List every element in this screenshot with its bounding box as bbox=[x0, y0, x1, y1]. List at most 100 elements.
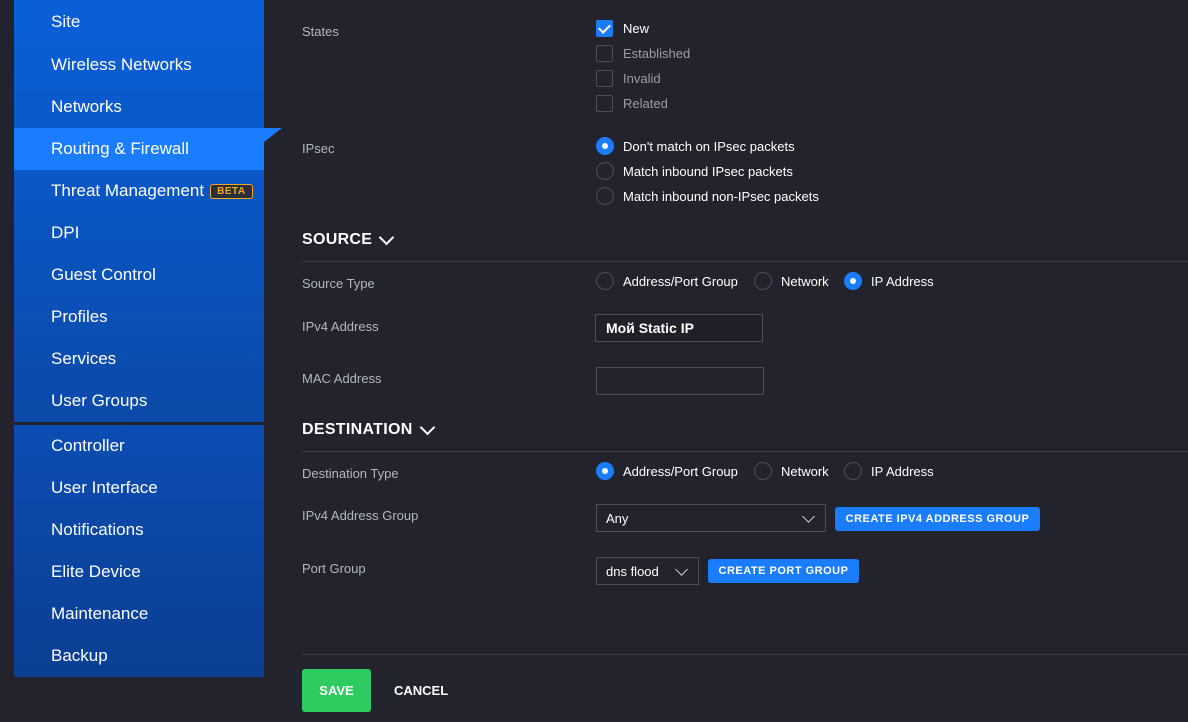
radio-label: Network bbox=[781, 273, 829, 289]
chevron-down-icon bbox=[802, 510, 815, 523]
checkbox-icon[interactable] bbox=[596, 95, 613, 112]
sidebar-item-label: Profiles bbox=[51, 307, 108, 326]
state-established-checkbox[interactable]: Established bbox=[596, 45, 690, 62]
ipv4-address-group-label: IPv4 Address Group bbox=[302, 508, 419, 523]
source-ipv4-label: IPv4 Address bbox=[302, 319, 379, 334]
sidebar-item-services[interactable]: Services bbox=[14, 338, 264, 380]
state-related-checkbox[interactable]: Related bbox=[596, 95, 668, 112]
source-type-ip-address-radio[interactable]: IP Address bbox=[844, 272, 934, 290]
destination-type-network-radio[interactable]: Network bbox=[754, 462, 829, 480]
chevron-down-icon bbox=[419, 419, 435, 435]
source-type-label: Source Type bbox=[302, 276, 375, 291]
destination-divider bbox=[302, 451, 1188, 452]
sidebar-item-label: Site bbox=[51, 12, 81, 31]
radio-label: Match inbound IPsec packets bbox=[623, 163, 793, 179]
sidebar-item-label: User Groups bbox=[51, 391, 148, 410]
radio-icon[interactable] bbox=[596, 162, 614, 180]
radio-label: Don't match on IPsec packets bbox=[623, 138, 795, 154]
sidebar-group-controller: Controller User Interface Notifications … bbox=[14, 425, 264, 677]
sidebar-item-label: DPI bbox=[51, 223, 80, 242]
ipv4-address-group-select[interactable]: Any bbox=[596, 504, 826, 532]
destination-section-toggle[interactable]: DESTINATION bbox=[302, 419, 435, 439]
chevron-down-icon bbox=[675, 563, 688, 576]
destination-type-address-port-group-radio[interactable]: Address/Port Group bbox=[596, 462, 738, 480]
create-port-group-button[interactable]: CREATE PORT GROUP bbox=[708, 559, 859, 583]
radio-icon[interactable] bbox=[754, 462, 772, 480]
checkbox-checked-icon[interactable] bbox=[596, 20, 613, 37]
source-type-address-port-group-radio[interactable]: Address/Port Group bbox=[596, 272, 738, 290]
save-button[interactable]: SAVE bbox=[302, 669, 371, 712]
sidebar-item-networks[interactable]: Networks bbox=[14, 86, 264, 128]
source-type-network-radio[interactable]: Network bbox=[754, 272, 829, 290]
sidebar-item-label: Notifications bbox=[51, 520, 144, 539]
beta-badge: BETA bbox=[210, 183, 253, 199]
sidebar-item-threat-management[interactable]: Threat Management BETA bbox=[14, 170, 264, 212]
settings-sidebar: Site Wireless Networks Networks Routing … bbox=[14, 0, 282, 677]
destination-type-label: Destination Type bbox=[302, 466, 399, 481]
sidebar-item-user-groups[interactable]: User Groups bbox=[14, 380, 264, 422]
source-divider bbox=[302, 261, 1188, 262]
sidebar-item-label: Services bbox=[51, 349, 117, 368]
checkbox-icon[interactable] bbox=[596, 70, 613, 87]
sidebar-item-label: Networks bbox=[51, 97, 122, 116]
radio-label: Address/Port Group bbox=[623, 273, 738, 289]
checkbox-label: Related bbox=[623, 96, 668, 111]
ipsec-match-inbound-radio[interactable]: Match inbound IPsec packets bbox=[596, 162, 793, 180]
radio-icon[interactable] bbox=[844, 462, 862, 480]
sidebar-item-label: Wireless Networks bbox=[51, 55, 192, 74]
radio-selected-icon[interactable] bbox=[596, 462, 614, 480]
sidebar-item-controller[interactable]: Controller bbox=[14, 425, 264, 467]
sidebar-item-wireless-networks[interactable]: Wireless Networks bbox=[14, 44, 264, 86]
sidebar-item-label: Maintenance bbox=[51, 604, 149, 623]
sidebar-item-profiles[interactable]: Profiles bbox=[14, 296, 264, 338]
ipsec-dont-match-radio[interactable]: Don't match on IPsec packets bbox=[596, 137, 795, 155]
sidebar-item-label: Routing & Firewall bbox=[51, 139, 189, 158]
ipsec-label: IPsec bbox=[302, 141, 335, 156]
sidebar-item-site[interactable]: Site bbox=[14, 0, 264, 44]
radio-label: IP Address bbox=[871, 463, 934, 479]
mac-address-input[interactable] bbox=[596, 367, 764, 395]
radio-label: Network bbox=[781, 463, 829, 479]
port-group-select[interactable]: dns flood bbox=[596, 557, 699, 585]
checkbox-icon[interactable] bbox=[596, 45, 613, 62]
source-ipv4-input[interactable]: Мой Static IP bbox=[595, 314, 763, 342]
ipsec-match-non-ipsec-radio[interactable]: Match inbound non-IPsec packets bbox=[596, 187, 819, 205]
sidebar-item-maintenance[interactable]: Maintenance bbox=[14, 593, 264, 635]
sidebar-item-label: Guest Control bbox=[51, 265, 156, 284]
checkbox-label: New bbox=[623, 21, 650, 36]
radio-selected-icon[interactable] bbox=[596, 137, 614, 155]
create-ipv4-address-group-button[interactable]: CREATE IPV4 ADDRESS GROUP bbox=[835, 507, 1040, 531]
sidebar-item-dpi[interactable]: DPI bbox=[14, 212, 264, 254]
cancel-button[interactable]: CANCEL bbox=[394, 669, 448, 712]
radio-label: Match inbound non-IPsec packets bbox=[623, 188, 819, 204]
sidebar-item-label: Elite Device bbox=[51, 562, 141, 581]
destination-heading: DESTINATION bbox=[302, 421, 413, 438]
active-indicator-arrow bbox=[264, 128, 282, 142]
port-group-label: Port Group bbox=[302, 561, 366, 576]
sidebar-item-user-interface[interactable]: User Interface bbox=[14, 467, 264, 509]
select-value: Any bbox=[606, 510, 629, 526]
source-heading: SOURCE bbox=[302, 231, 373, 248]
footer-divider bbox=[302, 654, 1188, 655]
sidebar-item-elite-device[interactable]: Elite Device bbox=[14, 551, 264, 593]
sidebar-item-label: Threat Management bbox=[51, 181, 205, 200]
state-invalid-checkbox[interactable]: Invalid bbox=[596, 70, 661, 87]
sidebar-item-guest-control[interactable]: Guest Control bbox=[14, 254, 264, 296]
states-label: States bbox=[302, 24, 339, 39]
radio-icon[interactable] bbox=[596, 272, 614, 290]
sidebar-item-notifications[interactable]: Notifications bbox=[14, 509, 264, 551]
sidebar-group-site: Site Wireless Networks Networks Routing … bbox=[14, 0, 282, 422]
mac-address-label: MAC Address bbox=[302, 371, 382, 386]
sidebar-item-label: User Interface bbox=[51, 478, 158, 497]
sidebar-item-backup[interactable]: Backup bbox=[14, 635, 264, 677]
state-new-checkbox[interactable]: New bbox=[596, 20, 649, 37]
source-section-toggle[interactable]: SOURCE bbox=[302, 229, 395, 249]
checkbox-label: Invalid bbox=[623, 71, 661, 86]
sidebar-item-routing-firewall[interactable]: Routing & Firewall bbox=[14, 128, 282, 170]
radio-icon[interactable] bbox=[754, 272, 772, 290]
radio-icon[interactable] bbox=[596, 187, 614, 205]
radio-label: Address/Port Group bbox=[623, 463, 738, 479]
checkbox-label: Established bbox=[623, 46, 691, 61]
radio-selected-icon[interactable] bbox=[844, 272, 862, 290]
destination-type-ip-address-radio[interactable]: IP Address bbox=[844, 462, 934, 480]
